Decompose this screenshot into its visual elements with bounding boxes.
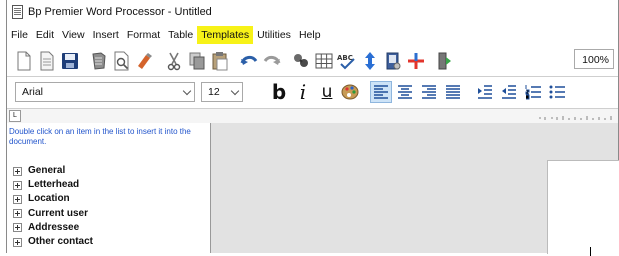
paste-icon[interactable] — [209, 50, 231, 72]
menu-edit[interactable]: Edit — [32, 26, 58, 44]
menu-format[interactable]: Format — [123, 26, 164, 44]
tree-item-label: Current user — [28, 207, 89, 219]
item-tree: General Letterhead Location Current user… — [13, 164, 93, 249]
menu-help[interactable]: Help — [295, 26, 325, 44]
print-preview-icon[interactable] — [111, 50, 133, 72]
tree-item-label: Addressee — [28, 221, 80, 233]
document-properties-icon[interactable] — [382, 50, 404, 72]
menu-templates[interactable]: Templates — [197, 26, 254, 44]
tree-item-other-contact[interactable]: Other contact — [13, 235, 93, 249]
new-document-icon[interactable] — [13, 50, 35, 72]
font-size-value: 12 — [208, 86, 220, 98]
panel-hint: Double click on an item in the list to i… — [9, 127, 191, 146]
sort-arrows-icon[interactable] — [359, 50, 381, 72]
tree-item-label: Letterhead — [28, 179, 80, 191]
save-icon[interactable] — [59, 50, 81, 72]
bulleted-list-icon[interactable] — [546, 81, 568, 103]
insert-field-icon[interactable] — [405, 50, 427, 72]
text-cursor — [590, 247, 591, 256]
underline-button[interactable]: u — [315, 82, 339, 102]
indent-decrease-icon[interactable] — [498, 81, 520, 103]
open-document-icon[interactable] — [36, 50, 58, 72]
tree-item-label: General — [28, 165, 66, 176]
menu-insert[interactable]: Insert — [89, 26, 123, 44]
justify-icon[interactable] — [442, 81, 464, 103]
main-toolbar: ABC 100% — [7, 46, 618, 77]
app-window: Bp Premier Word Processor - Untitled Fil… — [6, 0, 619, 256]
tree-item-general[interactable]: General — [13, 164, 93, 178]
undo-icon[interactable] — [238, 50, 260, 72]
document-icon — [12, 5, 23, 19]
redo-icon[interactable] — [261, 50, 283, 72]
chevron-down-icon — [182, 86, 192, 96]
tree-item-addressee[interactable]: Addressee — [13, 221, 93, 235]
menu-utilities[interactable]: Utilities — [253, 26, 295, 44]
ruler-bar: L — [7, 108, 618, 124]
tree-item-current-user[interactable]: Current user — [13, 207, 93, 221]
find-icon[interactable] — [290, 50, 312, 72]
expand-plus-icon[interactable] — [13, 166, 22, 176]
spell-check-icon[interactable] — [134, 50, 156, 72]
insert-items-panel: Double click on an item in the list to i… — [7, 123, 211, 253]
menu-table[interactable]: Table — [164, 26, 197, 44]
expand-plus-icon[interactable] — [13, 223, 22, 233]
format-toolbar: Arial 12 b i u — [7, 78, 618, 106]
expand-plus-icon[interactable] — [13, 194, 22, 204]
insert-table-icon[interactable] — [313, 50, 335, 72]
zoom-level[interactable]: 100% — [574, 49, 614, 69]
chevron-down-icon — [230, 86, 240, 96]
document-area — [211, 123, 619, 256]
copy-icon[interactable] — [186, 50, 208, 72]
font-name-value: Arial — [22, 86, 44, 98]
title-bar: Bp Premier Word Processor - Untitled — [7, 0, 618, 24]
expand-plus-icon[interactable] — [13, 237, 22, 247]
tree-item-letterhead[interactable]: Letterhead — [13, 178, 93, 192]
print-icon[interactable] — [88, 50, 110, 72]
tab-stop-selector[interactable]: L — [9, 110, 21, 122]
align-center-icon[interactable] — [394, 81, 416, 103]
svg-text:ABC: ABC — [337, 54, 353, 62]
align-left-icon[interactable] — [370, 81, 392, 103]
numbered-list-icon[interactable] — [522, 81, 544, 103]
menu-view[interactable]: View — [58, 26, 89, 44]
cut-icon[interactable] — [163, 50, 185, 72]
window-title: Bp Premier Word Processor - Untitled — [28, 6, 212, 18]
tree-item-location[interactable]: Location — [13, 192, 93, 206]
ruler-ticks — [539, 116, 612, 120]
abc-spelling-icon[interactable]: ABC — [336, 50, 358, 72]
indent-increase-icon[interactable] — [474, 81, 496, 103]
bold-button[interactable]: b — [267, 80, 291, 104]
font-name-select[interactable]: Arial — [15, 82, 195, 102]
document-page[interactable] — [547, 160, 619, 256]
expand-plus-icon[interactable] — [13, 180, 22, 190]
tree-item-label: Location — [28, 193, 70, 205]
color-palette-icon[interactable] — [339, 81, 361, 103]
tree-item-label: Other contact — [28, 235, 94, 247]
font-size-select[interactable]: 12 — [201, 82, 243, 102]
menu-bar: File Edit View Insert Format Table Templ… — [7, 26, 618, 44]
align-right-icon[interactable] — [418, 81, 440, 103]
italic-button[interactable]: i — [291, 80, 315, 104]
menu-file[interactable]: File — [7, 26, 32, 44]
exit-icon[interactable] — [434, 50, 456, 72]
expand-plus-icon[interactable] — [13, 209, 22, 219]
